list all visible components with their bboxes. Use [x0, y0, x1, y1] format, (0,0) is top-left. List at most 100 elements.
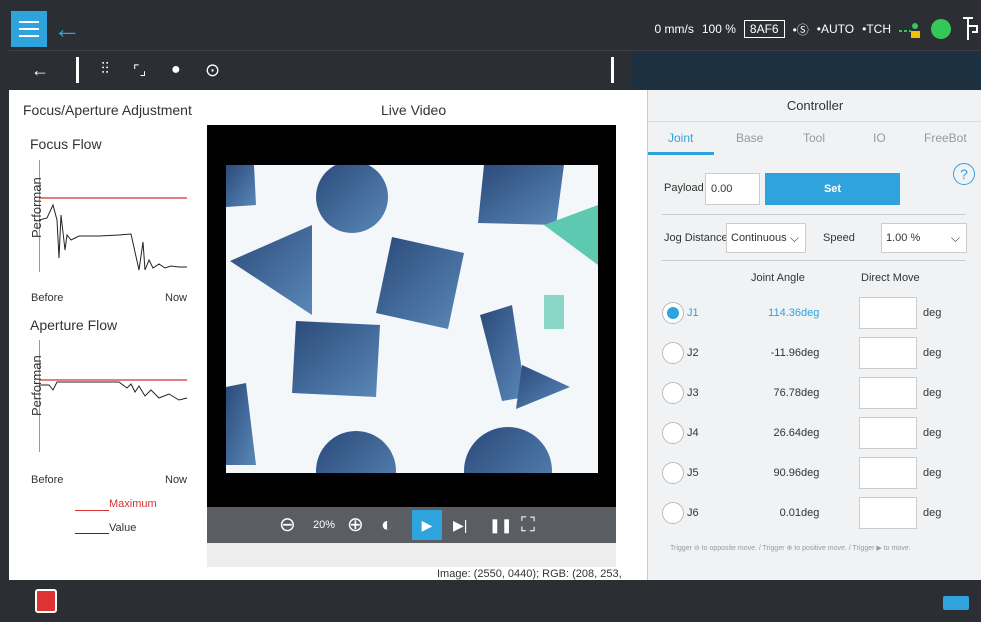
help-icon[interactable]: ? — [953, 163, 975, 185]
aperture-flow-label: Aperture Flow — [30, 317, 118, 333]
payload-input[interactable]: 0.00 — [705, 173, 760, 205]
joint-value-j6: 0.01 — [779, 507, 801, 519]
focus-flow-label: Focus Flow — [30, 136, 102, 152]
payload-label: Payload — [664, 182, 704, 194]
joint-label-j1: J1 — [687, 307, 699, 319]
play-icon[interactable]: ▶ — [412, 510, 442, 540]
app-frame: ← 0 mm/s 100 % 8AF6 •Ⓢ •AUTO •TCH ← ⫶⫶ ⌜… — [0, 0, 981, 622]
legend-value-swatch — [75, 533, 109, 534]
tab-freebot[interactable]: FreeBot — [924, 131, 967, 145]
direct-move-input-j1[interactable] — [859, 297, 917, 329]
focus-value-line — [39, 203, 187, 271]
legend-max-swatch — [75, 510, 109, 511]
direct-move-input-j2[interactable] — [859, 337, 917, 369]
joint-unit-j1: deg — [801, 307, 820, 319]
trigger-hint: Trigger ⊖ to opposite move. / Trigger ⊕ … — [670, 545, 911, 552]
joint-value-j3: 76.78 — [773, 387, 801, 399]
tab-tool[interactable]: Tool — [803, 131, 825, 145]
legend-value-label: Value — [109, 522, 137, 534]
fullscreen-icon[interactable]: ⛶ — [521, 513, 535, 537]
joint-radio-j5[interactable] — [662, 462, 684, 484]
tab-joint[interactable]: Joint — [668, 131, 693, 145]
controller-panel: Controller Joint Base Tool IO FreeBot ? … — [647, 90, 981, 580]
back-arrow-icon[interactable]: ← — [53, 13, 85, 45]
aperture-value-line — [39, 381, 188, 401]
tool-bar: ← ⫶⫶ ⌜⌟ ● ⊙ — [9, 50, 981, 89]
status-area: 0 mm/s 100 % 8AF6 •Ⓢ •AUTO •TCH — [655, 9, 981, 49]
active-tab-indicator — [648, 152, 714, 155]
joint-radio-j4[interactable] — [662, 422, 684, 444]
joint-radio-j1[interactable] — [662, 302, 684, 324]
zoom-level: 20% — [313, 519, 336, 531]
joint-label-j5: J5 — [687, 467, 699, 479]
tch-indicator: •TCH — [862, 22, 891, 36]
joint-radio-j2[interactable] — [662, 342, 684, 364]
speed-label: Speed — [823, 232, 855, 244]
direct-unit-j4: deg — [923, 427, 942, 439]
direct-move-input-j5[interactable] — [859, 457, 917, 489]
toolbar-separator-right — [611, 57, 614, 83]
adjust-sliders-icon[interactable]: ⫶⫶ — [101, 57, 109, 83]
direct-move-input-j3[interactable] — [859, 377, 917, 409]
controller-tabs: Joint Base Tool IO FreeBot — [648, 123, 981, 155]
pause-icon[interactable]: ❚❚ — [489, 513, 512, 537]
contrast-icon[interactable]: ◐ — [381, 513, 393, 537]
speed-select[interactable]: 1.00 % ⌵ — [881, 223, 967, 253]
zoom-out-icon[interactable]: ⊖ — [279, 513, 296, 537]
focus-flow-chart — [39, 160, 187, 272]
drop-icon[interactable]: ● — [171, 57, 181, 83]
hamburger-menu-button[interactable] — [11, 11, 47, 47]
robot-code-badge: 8AF6 — [743, 20, 785, 38]
step-forward-icon[interactable]: ▶| — [453, 513, 467, 537]
focus-now-label: Now — [165, 292, 188, 304]
live-video-view[interactable] — [207, 125, 616, 507]
camera-image — [226, 165, 598, 473]
robot-connection-icon — [899, 23, 920, 38]
direct-unit-j3: deg — [923, 387, 942, 399]
set-payload-button[interactable]: Set — [765, 173, 900, 205]
joint-label-j6: J6 — [687, 507, 699, 519]
jog-distance-select[interactable]: Continuous ⌵ — [726, 223, 806, 253]
direct-move-header: Direct Move — [861, 272, 920, 284]
bottom-bar — [9, 580, 981, 622]
joint-angle-header: Joint Angle — [751, 272, 805, 284]
direct-move-input-j4[interactable] — [859, 417, 917, 449]
aperture-now-label: Now — [165, 474, 188, 486]
direct-unit-j1: deg — [923, 307, 942, 319]
tab-base[interactable]: Base — [736, 131, 763, 145]
joint-radio-j6[interactable] — [662, 502, 684, 524]
focus-frame-icon[interactable]: ⌜⌟ — [133, 57, 146, 83]
aperture-flow-chart — [39, 340, 188, 452]
direct-move-input-j6[interactable] — [859, 497, 917, 529]
speed-chevron-down-icon: ⌵ — [950, 231, 960, 245]
toolbar-back-icon[interactable]: ← — [31, 57, 49, 83]
direct-unit-j6: deg — [923, 507, 942, 519]
panel-title: Focus/Aperture Adjustment — [23, 102, 192, 118]
keyboard-icon[interactable] — [943, 596, 969, 610]
joint-unit-j4: deg — [801, 427, 820, 439]
direct-unit-j5: deg — [923, 467, 942, 479]
joint-unit-j3: deg — [801, 387, 820, 399]
joint-unit-j5: deg — [801, 467, 820, 479]
toolbar-separator — [76, 57, 79, 83]
toolbar-right-area — [632, 51, 981, 89]
aperture-before-label: Before — [31, 474, 64, 486]
divider-2 — [662, 260, 966, 261]
speed-readout: 0 mm/s — [654, 22, 694, 36]
jog-distance-label: Jog Distance — [664, 232, 728, 244]
status-light-icon — [931, 19, 951, 39]
hook-tool-icon[interactable] — [959, 16, 981, 42]
alarm-icon[interactable] — [35, 589, 57, 613]
joint-label-j2: J2 — [687, 347, 699, 359]
zoom-in-icon[interactable]: ⊕ — [347, 513, 364, 537]
joint-value-j4: 26.64 — [773, 427, 801, 439]
joint-radio-j3[interactable] — [662, 382, 684, 404]
aperture-circle-icon[interactable]: ⊙ — [205, 57, 220, 83]
controller-title: Controller — [648, 90, 981, 122]
joint-unit-j6: deg — [801, 507, 820, 519]
top-bar: ← 0 mm/s 100 % 8AF6 •Ⓢ •AUTO •TCH — [9, 9, 981, 49]
focus-before-label: Before — [31, 292, 64, 304]
safety-mode-indicator: •Ⓢ — [792, 22, 809, 37]
tab-io[interactable]: IO — [873, 131, 886, 145]
focus-aperture-panel: Focus/Aperture Adjustment Live Video Foc… — [9, 90, 647, 592]
